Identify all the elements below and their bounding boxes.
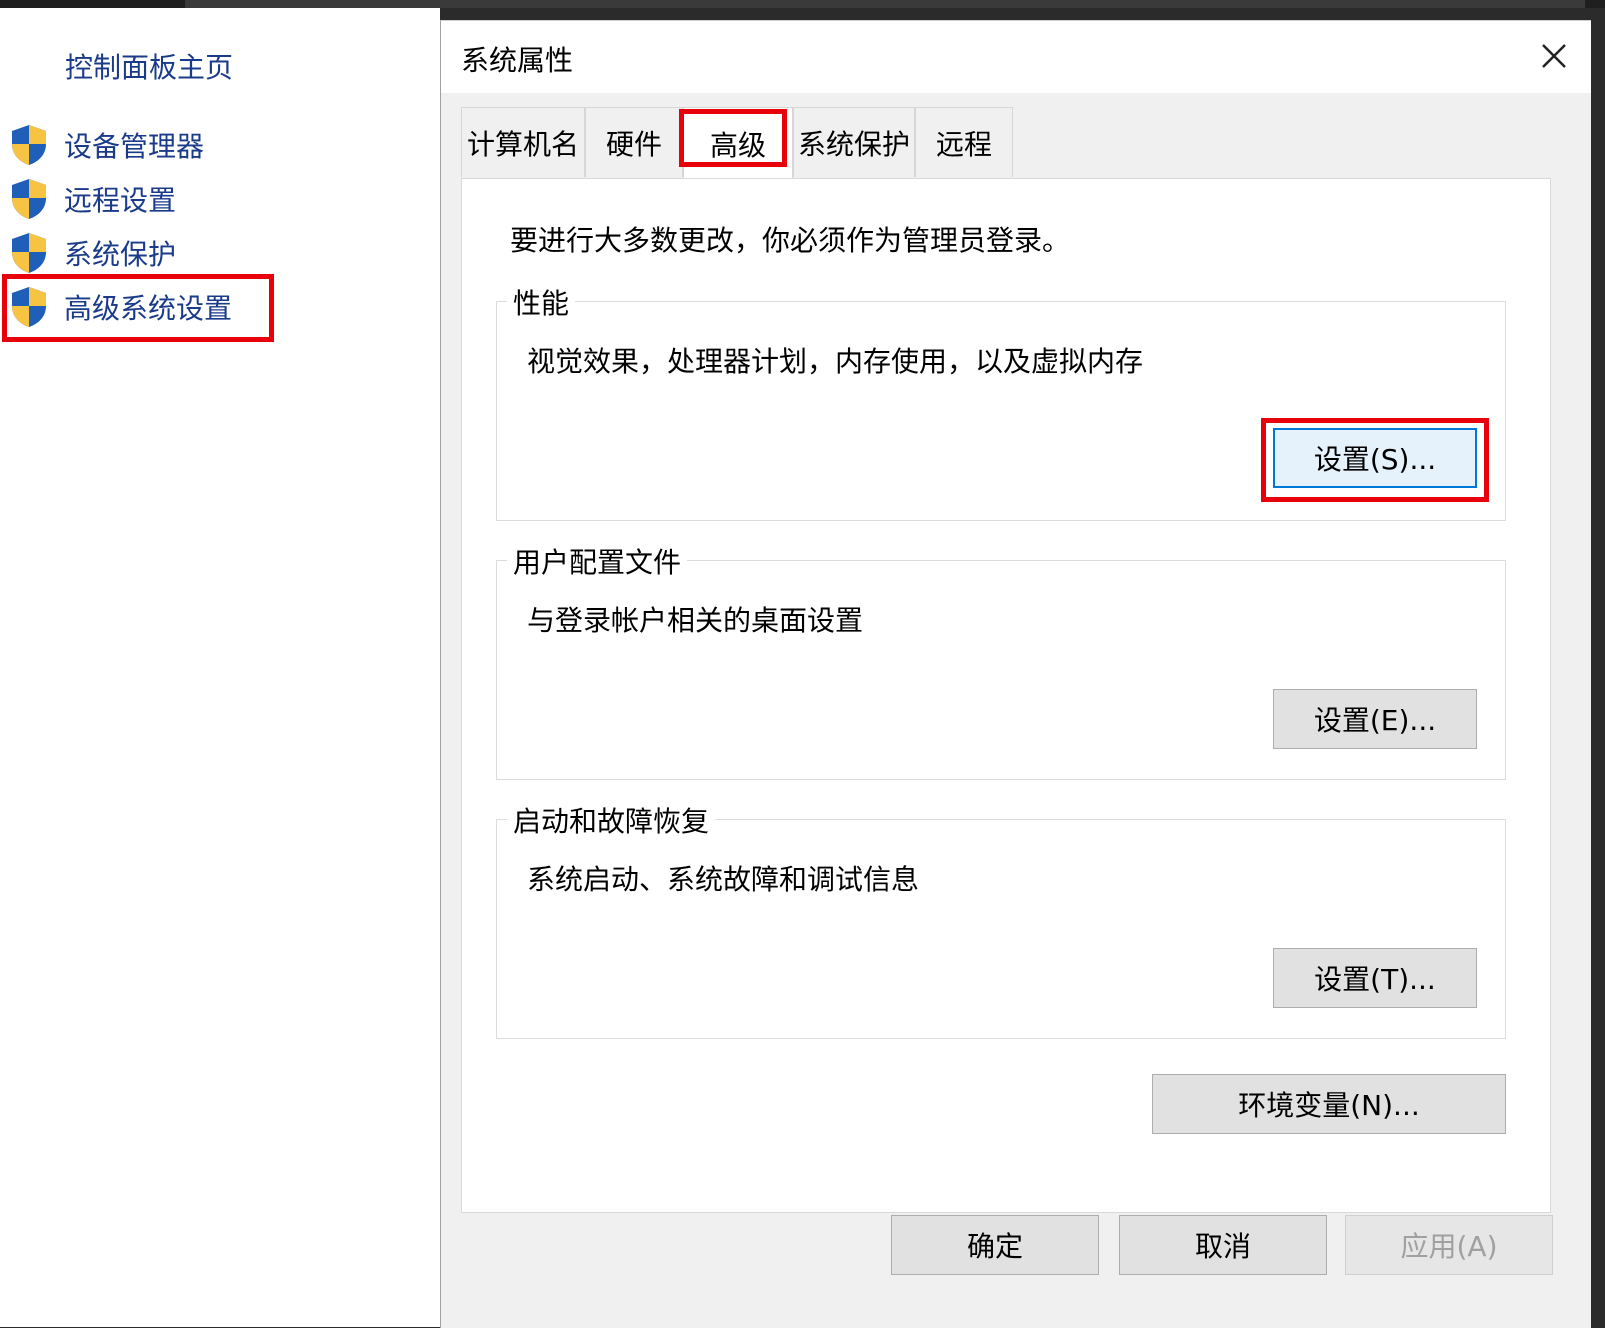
sidebar-item-system-protection[interactable]: 系统保护: [10, 230, 176, 276]
uac-shield-icon: [12, 233, 46, 273]
performance-group: 性能 视觉效果，处理器计划，内存使用，以及虚拟内存 设置(S)...: [496, 282, 1506, 521]
tab-remote[interactable]: 远程: [915, 107, 1013, 177]
group-description: 系统启动、系统故障和调试信息: [527, 863, 920, 896]
uac-shield-icon: [12, 179, 46, 219]
tab-hardware[interactable]: 硬件: [585, 107, 683, 177]
admin-notice: 要进行大多数更改，你必须作为管理员登录。: [510, 224, 1071, 257]
highlight-box: [2, 274, 274, 342]
control-panel-sidebar: 控制面板主页 设备管理器 远程设置 系统保护 高级系统设置: [0, 8, 440, 1327]
control-panel-home-link[interactable]: 控制面板主页: [65, 46, 233, 86]
uac-shield-icon: [12, 125, 46, 165]
group-legend: 用户配置文件: [507, 541, 688, 581]
tab-computer-name[interactable]: 计算机名: [461, 107, 585, 177]
system-properties-dialog: 系统属性 计算机名 硬件 高级 系统保护 远程 要进行大多数更改，你必须作为管理…: [440, 20, 1591, 1328]
group-description: 与登录帐户相关的桌面设置: [527, 604, 864, 637]
user-profile-group: 用户配置文件 与登录帐户相关的桌面设置 设置(E)...: [496, 541, 1506, 780]
apply-button[interactable]: 应用(A): [1345, 1215, 1553, 1275]
profile-settings-button[interactable]: 设置(E)...: [1273, 689, 1477, 749]
sidebar-item-label: 远程设置: [64, 184, 177, 217]
close-icon[interactable]: [1531, 33, 1577, 79]
sidebar-item-label: 设备管理器: [64, 130, 205, 163]
advanced-tab-panel: 要进行大多数更改，你必须作为管理员登录。 性能 视觉效果，处理器计划，内存使用，…: [461, 178, 1551, 1213]
group-legend: 启动和故障恢复: [507, 800, 716, 840]
top-strip: [0, 0, 1605, 8]
cancel-button[interactable]: 取消: [1119, 1215, 1327, 1275]
highlight-box: [1261, 418, 1489, 502]
tab-system-protection[interactable]: 系统保护: [793, 107, 915, 177]
ok-button[interactable]: 确定: [891, 1215, 1099, 1275]
highlight-box: [679, 109, 787, 167]
group-legend: 性能: [507, 282, 576, 322]
sidebar-item-device-manager[interactable]: 设备管理器: [10, 122, 204, 168]
startup-recovery-group: 启动和故障恢复 系统启动、系统故障和调试信息 设置(T)...: [496, 800, 1506, 1039]
dialog-titlebar: 系统属性: [441, 21, 1591, 93]
startup-settings-button[interactable]: 设置(T)...: [1273, 948, 1477, 1008]
sidebar-item-label: 系统保护: [64, 238, 177, 271]
environment-variables-button[interactable]: 环境变量(N)...: [1152, 1074, 1506, 1134]
group-description: 视觉效果，处理器计划，内存使用，以及虚拟内存: [527, 345, 1144, 378]
sidebar-item-remote-settings[interactable]: 远程设置: [10, 176, 176, 222]
dialog-title: 系统属性: [461, 44, 574, 77]
